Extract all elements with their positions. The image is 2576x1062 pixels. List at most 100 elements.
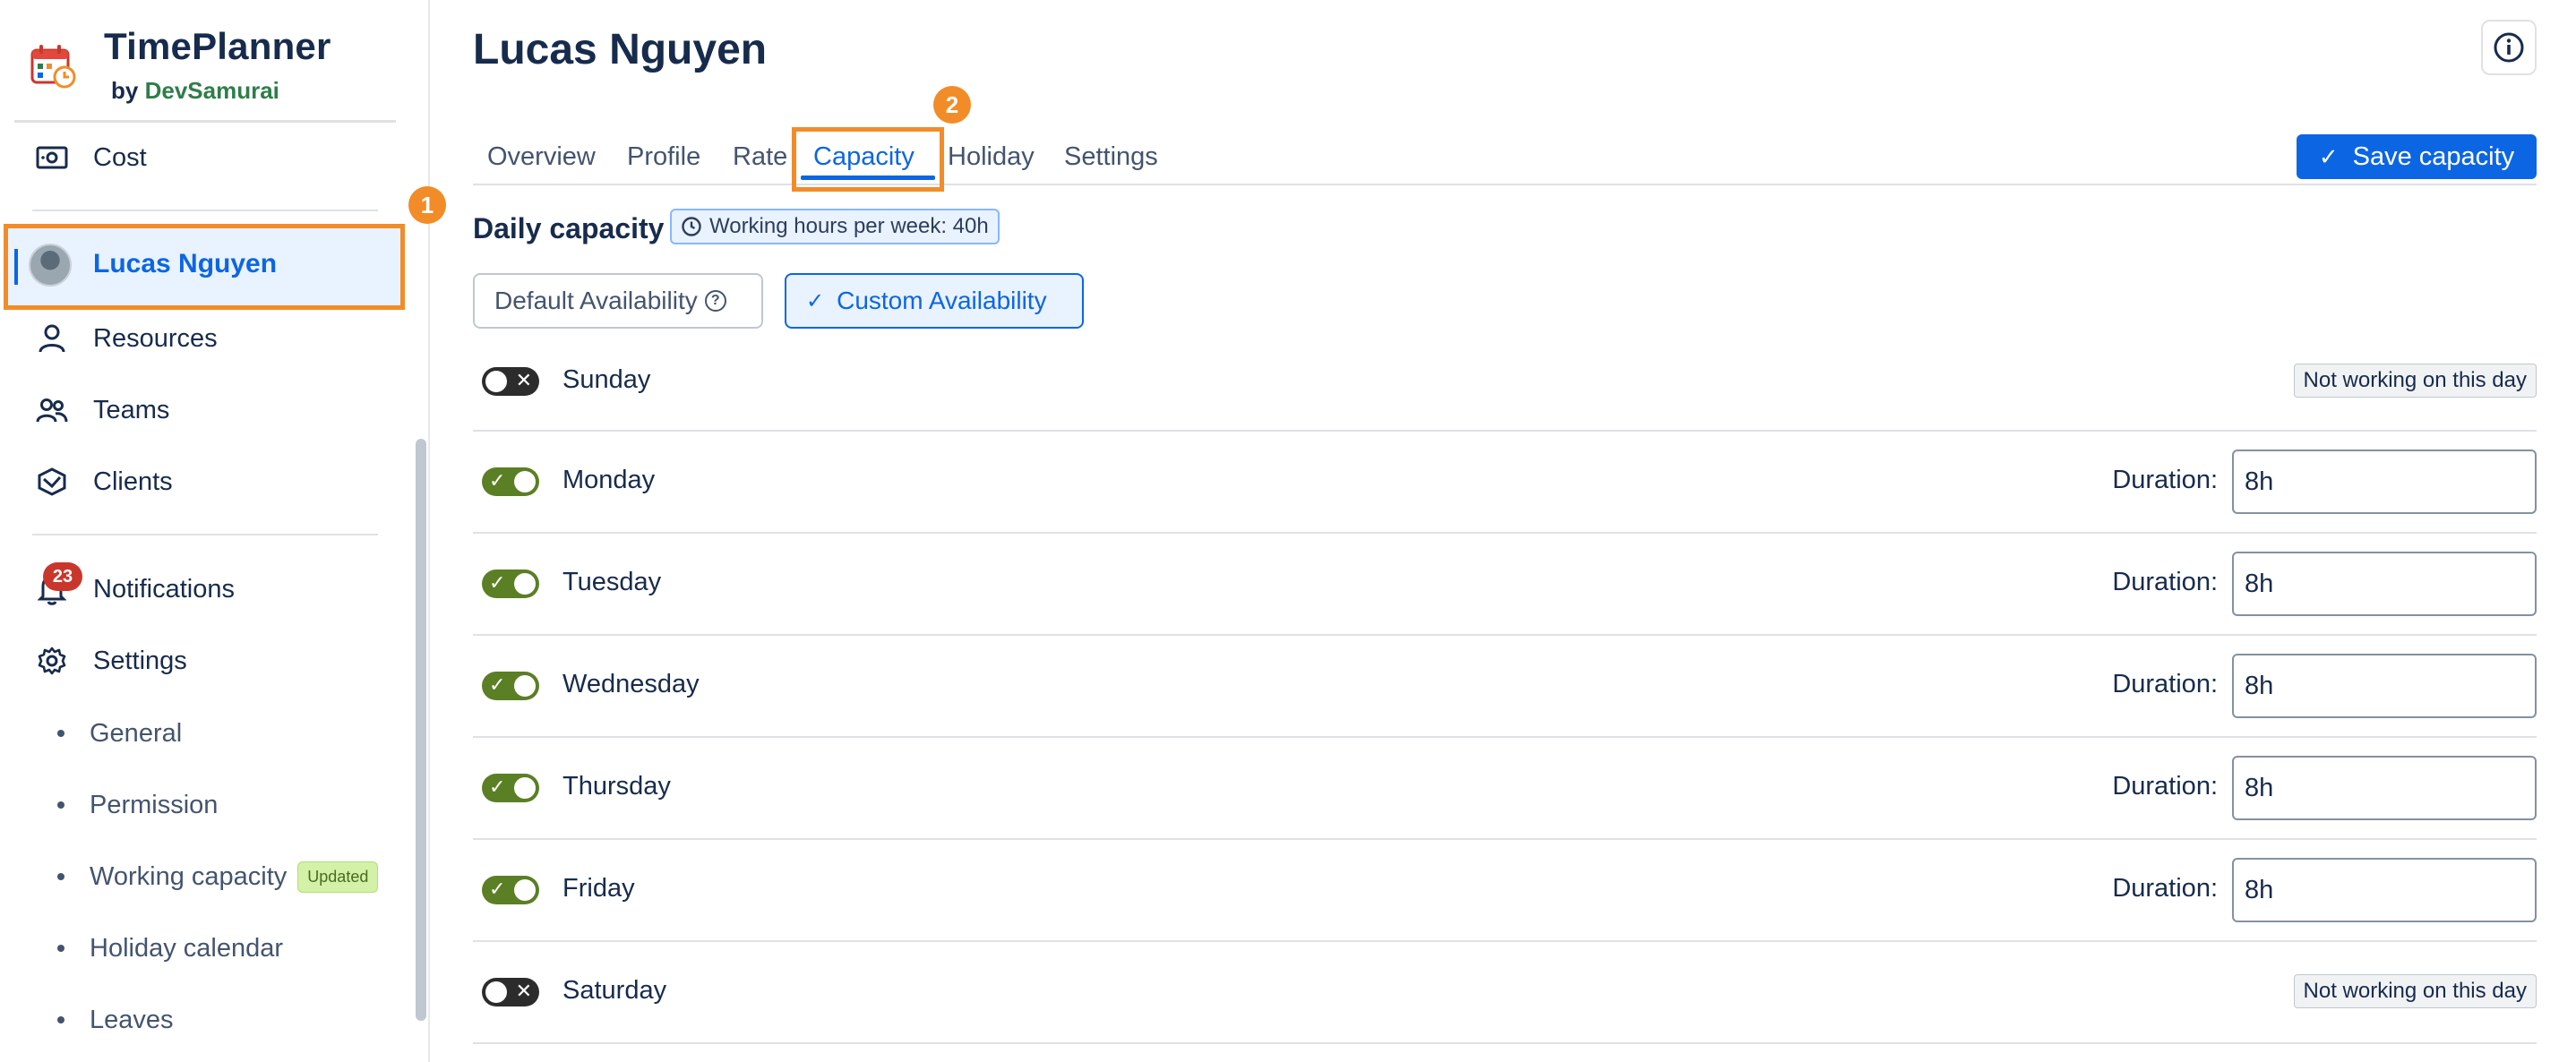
duration-label: Duration: [2112,874,2218,903]
daily-capacity-title: Daily capacity [473,212,665,244]
settings-item-leaves[interactable]: Leaves [57,998,174,1042]
working-hours-badge: Working hours per week: 40h [670,209,1000,244]
tab-rate[interactable]: Rate [733,130,787,184]
sidebar-item-teams[interactable]: Teams [34,383,169,437]
not-working-badge: Not working on this day [2293,364,2537,398]
bullet [57,873,64,880]
duration-input-monday[interactable]: 8h [2232,450,2537,514]
check-icon: ✓ [489,469,506,492]
day-name: Tuesday [562,568,662,596]
save-capacity-label: Save capacity [2352,141,2515,171]
app: TimePlanner by DevSamurai Cost Lucas Ngu… [0,0,2576,1062]
close-icon: ✕ [515,369,532,391]
brand-by-label: by [111,77,139,104]
day-row-thursday: ✓ Thursday Duration: 8h [473,738,2537,840]
divider [32,210,378,211]
sidebar-item-label: Resources [93,323,218,353]
duration-input-tuesday[interactable]: 8h [2232,552,2537,616]
settings-item-holiday-calendar[interactable]: Holiday calendar [57,926,283,971]
check-icon: ✓ [489,878,506,900]
handshake-icon [34,464,70,500]
day-row-monday: ✓ Monday Duration: 8h [473,432,2537,534]
check-icon: ✓ [489,673,506,696]
info-icon [2494,32,2524,63]
check-icon: ✓ [2318,142,2339,170]
day-toggle-sunday[interactable]: ✕ [482,367,539,396]
calendar-logo-icon [30,45,76,89]
not-working-badge: Not working on this day [2293,974,2537,1008]
bullet [57,730,64,737]
day-row-friday: ✓ Friday Duration: 8h [473,840,2537,942]
day-toggle-saturday[interactable]: ✕ [482,978,539,1006]
settings-item-label: General [90,718,183,748]
brand-by: by DevSamurai [111,77,331,105]
sidebar-item-label: Settings [93,646,187,675]
check-icon: ✓ [489,571,506,594]
sidebar-item-settings[interactable]: Settings [34,634,187,688]
settings-item-permission[interactable]: Permission [57,783,218,827]
check-icon: ✓ [806,288,825,313]
sidebar-item-label: Notifications [93,574,235,604]
toggle-knob [514,675,536,697]
tab-holiday[interactable]: Holiday [948,130,1035,184]
sidebar-item-label: Clients [93,467,173,496]
bullet [57,801,64,809]
sidebar-item-cost[interactable]: Cost [34,131,147,184]
toggle-knob [514,879,536,901]
default-availability-label: Default Availability [494,287,698,314]
day-toggle-tuesday[interactable]: ✓ [482,570,539,598]
clock-icon [682,217,701,236]
capacity-tab-highlight [792,127,944,192]
divider [32,534,378,535]
sidebar-item-clients[interactable]: Clients [34,455,173,509]
settings-item-label: Working capacity [90,861,288,891]
toggle-knob [514,777,536,799]
duration-input-wednesday[interactable]: 8h [2232,654,2537,718]
day-toggle-thursday[interactable]: ✓ [482,774,539,802]
toggle-knob [485,371,507,392]
help-icon[interactable]: ? [704,290,726,312]
day-name: Thursday [562,772,671,801]
sidebar-item-resources[interactable]: Resources [34,312,218,365]
tab-settings[interactable]: Settings [1064,130,1158,184]
info-button[interactable] [2481,20,2537,75]
bullet [57,1016,64,1023]
toggle-knob [485,981,507,1003]
day-name: Monday [562,466,656,494]
updated-badge: Updated [297,861,379,893]
day-row-tuesday: ✓ Tuesday Duration: 8h [473,534,2537,636]
brand[interactable]: TimePlanner by DevSamurai [30,25,331,105]
settings-item-general[interactable]: General [57,711,182,756]
save-capacity-button[interactable]: ✓ Save capacity [2297,134,2537,179]
tab-profile[interactable]: Profile [627,130,700,184]
avatar [29,244,72,287]
team-icon [34,392,70,428]
day-name: Friday [562,874,635,903]
sidebar-item-label: Cost [93,142,147,172]
page-title: Lucas Nguyen [473,26,768,73]
duration-label: Duration: [2112,568,2218,596]
custom-availability-button[interactable]: ✓ Custom Availability [785,273,1084,329]
tab-overview[interactable]: Overview [487,130,596,184]
sidebar-scroll-thumb[interactable] [416,439,426,1021]
tabs-divider [473,184,2537,185]
day-name: Wednesday [562,670,700,698]
custom-availability-label: Custom Availability [837,287,1047,314]
duration-label: Duration: [2112,670,2218,698]
day-name: Saturday [562,976,667,1005]
working-hours-text: Working hours per week: 40h [709,214,989,238]
brand-company: DevSamurai [144,77,279,104]
day-toggle-friday[interactable]: ✓ [482,876,539,904]
settings-item-working-capacity[interactable]: Working capacity Updated [57,854,379,899]
duration-input-thursday[interactable]: 8h [2232,756,2537,820]
duration-input-friday[interactable]: 8h [2232,858,2537,922]
day-row-wednesday: ✓ Wednesday Duration: 8h [473,636,2537,738]
default-availability-button[interactable]: Default Availability ? [473,273,763,329]
gear-icon [34,643,70,679]
step-badge-2: 2 [933,86,971,124]
close-icon: ✕ [515,980,532,1002]
check-icon: ✓ [489,775,506,798]
active-indicator [14,249,18,285]
day-toggle-wednesday[interactable]: ✓ [482,672,539,700]
day-toggle-monday[interactable]: ✓ [482,467,539,496]
